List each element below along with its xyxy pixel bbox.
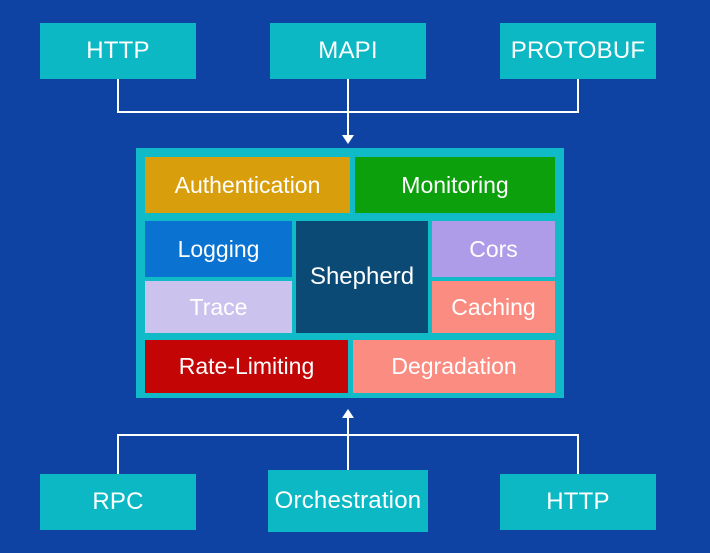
module-cors-label: Cors [469,235,518,262]
outbound-node-orchestration[interactable]: Orchestration [268,470,428,532]
module-authentication[interactable]: Authentication [145,157,350,213]
module-rate-limiting[interactable]: Rate-Limiting [145,340,348,393]
module-shepherd[interactable]: Shepherd [296,221,428,333]
outbound-node-rpc[interactable]: RPC [40,474,196,530]
module-trace[interactable]: Trace [145,281,292,333]
connector-orchestration-up [347,417,349,477]
inbound-node-http[interactable]: HTTP [40,23,196,79]
connector-protobuf-down [577,79,579,113]
outbound-node-rpc-label: RPC [92,488,144,516]
outbound-node-orchestration-label: Orchestration [274,487,422,515]
core-panel: Authentication Monitoring Logging Trace … [136,148,564,398]
module-authentication-label: Authentication [174,171,321,198]
connector-http-down [117,79,119,113]
module-monitoring[interactable]: Monitoring [355,157,555,213]
module-rate-limiting-label: Rate-Limiting [178,353,315,380]
inbound-node-mapi[interactable]: MAPI [270,23,426,79]
module-degradation-label: Degradation [391,353,517,380]
connector-rpc-up [117,434,119,478]
module-caching-label: Caching [451,293,536,320]
arrowhead-into-panel [342,135,354,144]
inbound-node-mapi-label: MAPI [318,37,378,65]
connector-http-bottom-up [577,434,579,478]
module-degradation[interactable]: Degradation [353,340,555,393]
connector-outbound-bus [117,434,579,436]
inbound-node-http-label: HTTP [86,37,150,65]
module-monitoring-label: Monitoring [401,171,509,198]
diagram-canvas: HTTP MAPI PROTOBUF Authentication Monito… [0,0,710,553]
module-cors[interactable]: Cors [432,221,555,277]
module-trace-label: Trace [189,293,248,320]
outbound-node-http-label: HTTP [546,488,610,516]
inbound-node-protobuf-label: PROTOBUF [510,37,646,65]
module-shepherd-label: Shepherd [309,263,415,291]
module-caching[interactable]: Caching [432,281,555,333]
inbound-node-protobuf[interactable]: PROTOBUF [500,23,656,79]
module-logging-label: Logging [177,235,260,262]
outbound-node-http[interactable]: HTTP [500,474,656,530]
module-logging[interactable]: Logging [145,221,292,277]
connector-mapi-down [347,79,349,137]
